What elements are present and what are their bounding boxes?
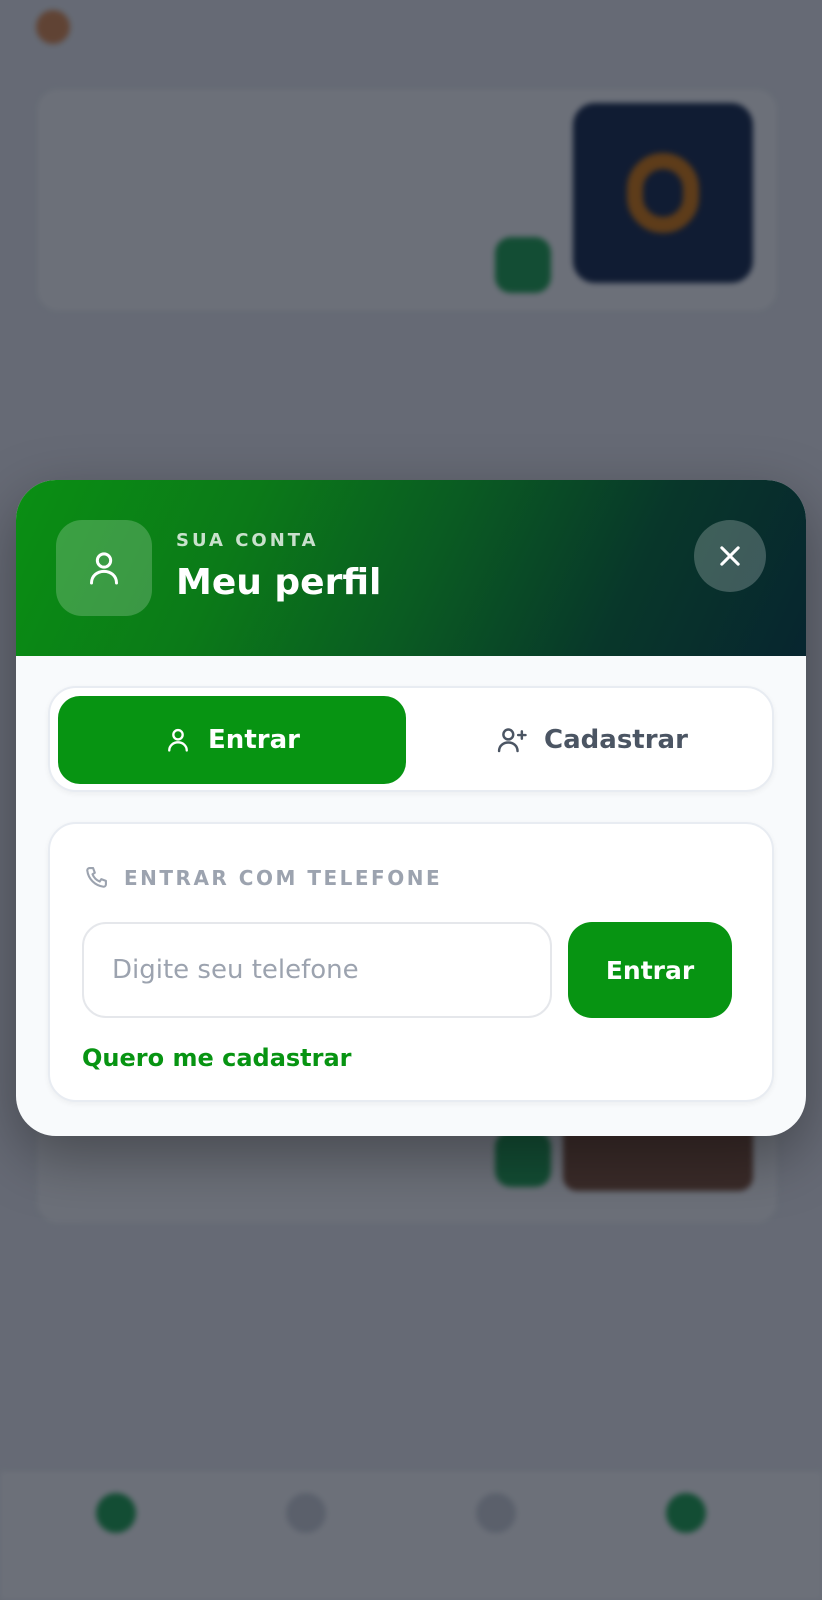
avatar: [56, 520, 152, 616]
user-icon: [90, 552, 118, 585]
login-submit-button[interactable]: Entrar: [568, 922, 732, 1018]
section-label-row: ENTRAR COM TELEFONE: [82, 864, 442, 892]
phone-input[interactable]: [82, 922, 552, 1018]
user-icon: [168, 728, 188, 752]
user-plus-icon: [497, 728, 527, 753]
phone-login-card: ENTRAR COM TELEFONE Entrar Quero me cada…: [48, 822, 774, 1102]
auth-tabs: Entrar Cadastrar: [48, 686, 774, 792]
close-icon: [720, 546, 740, 566]
tab-entrar[interactable]: Entrar: [58, 696, 406, 784]
modal-title: Meu perfil: [176, 562, 382, 603]
section-label: ENTRAR COM TELEFONE: [124, 866, 443, 890]
header-eyebrow: SUA CONTA: [176, 530, 319, 551]
tab-label: Cadastrar: [544, 725, 688, 755]
modal-header: SUA CONTA Meu perfil: [16, 480, 806, 656]
signup-link[interactable]: Quero me cadastrar: [82, 1044, 352, 1072]
profile-modal: SUA CONTA Meu perfil Entrar Cadastrar EN…: [16, 480, 806, 1136]
close-button[interactable]: [694, 520, 766, 592]
tab-cadastrar[interactable]: Cadastrar: [418, 696, 766, 784]
tab-label: Entrar: [208, 725, 300, 755]
phone-icon: [86, 867, 107, 888]
